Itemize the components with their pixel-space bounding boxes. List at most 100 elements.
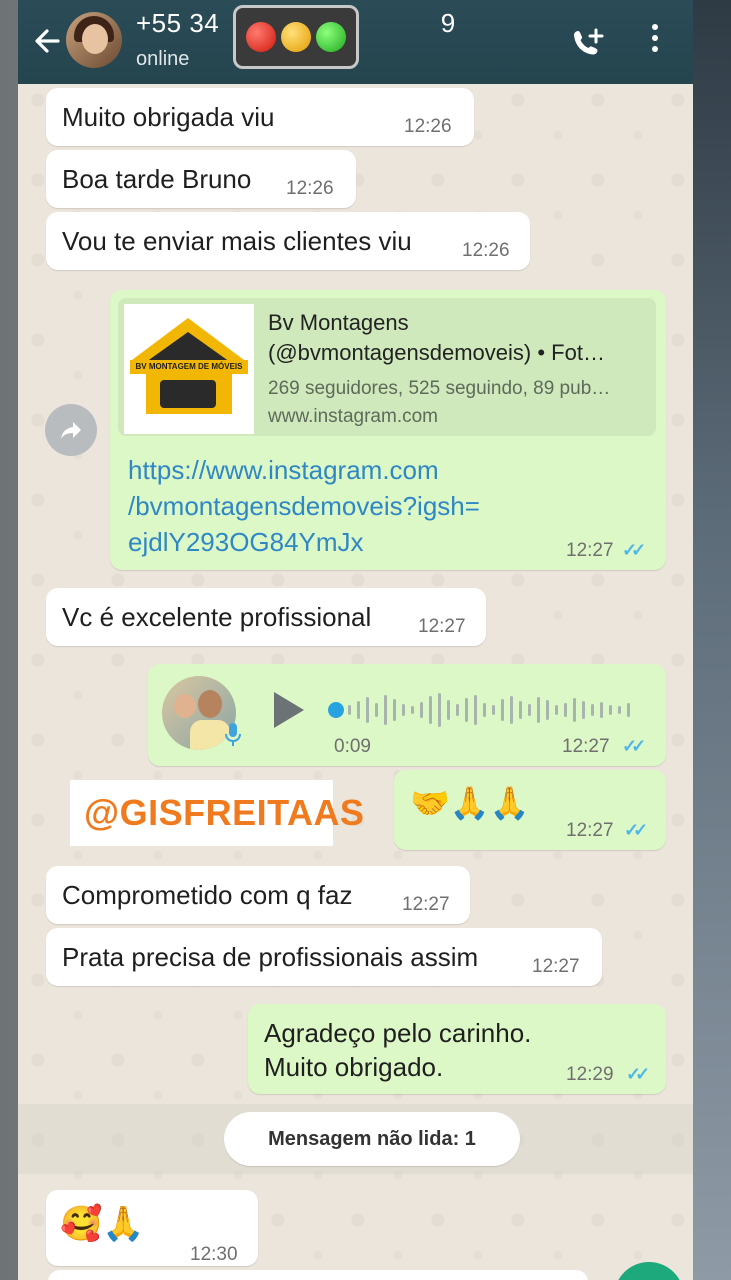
audio-waveform[interactable] [348,688,648,732]
link-title: Bv Montagens (@bvmontagensdemoveis) • Fo… [268,310,605,366]
message-outgoing-emoji[interactable]: 🤝🙏🙏 12:27 ✓✓ [394,770,666,850]
red-light-icon [246,22,276,52]
yellow-light-icon [281,22,311,52]
waveform-bar [348,705,351,715]
contact-status: online [136,48,190,70]
message-time: 12:27 [532,956,580,977]
message-line: Muito obrigado. [264,1052,444,1082]
waveform-bar [447,700,450,720]
waveform-bar [609,705,612,715]
message-incoming[interactable]: Vc é excelente profissional 12:27 [46,588,486,646]
message-time: 12:30 [190,1244,238,1265]
waveform-bar [564,703,567,717]
message-time: 12:27 [418,616,466,637]
waveform-bar [393,699,396,721]
waveform-bar [402,704,405,716]
waveform-bar [528,704,531,716]
message-time: 12:29 [566,1064,614,1085]
message-text: Prata precisa de profissionais assim [62,942,479,972]
link-url-line: ejdlY293OG84YmJx [128,527,364,557]
read-ticks-icon: ✓✓ [626,1064,650,1084]
message-emoji: 🥰🙏 [60,1205,145,1243]
mic-send-button[interactable] [614,1262,684,1280]
waveform-bar [366,697,369,723]
contact-number-end: 9 [440,8,456,38]
waveform-bar [465,698,468,722]
message-text: Agradeço pelo carinho. Muito obrigado. [264,1016,531,1084]
waveform-bar [582,701,585,719]
read-ticks-icon: ✓✓ [622,736,646,756]
message-incoming[interactable]: Muito obrigada viu 12:26 [46,88,474,146]
waveform-bar [546,700,549,720]
message-time: 12:26 [286,178,334,199]
playback-position-icon[interactable] [328,702,344,718]
green-light-icon [316,22,346,52]
waveform-bar [456,704,459,716]
waveform-bar [429,696,432,724]
traffic-light-overlay [233,5,359,69]
waveform-bar [375,703,378,717]
forward-icon[interactable] [45,404,97,456]
message-incoming[interactable]: Vou te enviar mais clientes viu 12:26 [46,212,530,270]
unread-divider: Mensagem não lida: 1 [224,1112,520,1166]
link-domain: www.instagram.com [268,406,438,427]
message-time: 12:26 [404,116,452,137]
message-text: Vc é excelente profissional [62,602,372,632]
waveform-bar [357,701,360,719]
waveform-bar [600,702,603,718]
back-arrow-icon[interactable] [30,24,64,58]
waveform-bar [555,705,558,715]
contact-avatar[interactable] [66,12,122,68]
voice-duration: 0:09 [334,736,371,757]
waveform-bar [618,706,621,714]
chat-screen: +55 34 9 online Muito obrigada viu 12:26… [18,0,693,1280]
message-time: 12:27 [566,540,614,561]
message-incoming[interactable]: Boa tarde Bruno 12:26 [46,150,356,208]
message-text: Boa tarde Bruno [62,164,252,194]
link-url[interactable]: https://www.instagram.com /bvmontagensde… [128,452,480,560]
read-ticks-icon: ✓✓ [622,540,646,560]
message-emoji: 🤝🙏🙏 [410,785,530,821]
waveform-bar [501,699,504,721]
link-description: 269 seguidores, 525 seguindo, 89 pub… [268,378,611,399]
waveform-bar [474,695,477,725]
waveform-bar [537,697,540,723]
message-text: Comprometido com q faz [62,880,353,910]
link-url-line: https://www.instagram.com [128,455,439,485]
message-time: 12:27 [562,736,610,757]
message-input-field[interactable] [48,1270,588,1280]
message-outgoing-link[interactable]: BV MONTAGEM DE MÓVEIS Bv Montagens (@bvm… [110,290,666,570]
waveform-bar [591,704,594,716]
waveform-bar [483,703,486,717]
logo-text: BV MONTAGEM DE MÓVEIS [130,360,248,374]
waveform-bar [438,693,441,727]
watermark: @GISFREITAAS [70,780,364,846]
chat-header: +55 34 9 online [18,0,693,84]
waveform-bar [627,703,630,717]
waveform-bar [384,695,387,725]
message-line: Agradeço pelo carinho. [264,1018,532,1048]
microphone-icon [224,722,242,748]
add-call-icon[interactable] [570,26,606,62]
bv-montagens-logo: BV MONTAGEM DE MÓVEIS [124,304,254,434]
message-incoming[interactable]: Prata precisa de profissionais assim 12:… [46,928,602,986]
message-time: 12:27 [402,894,450,915]
message-outgoing[interactable]: Agradeço pelo carinho. Muito obrigado. 1… [248,1004,666,1094]
message-time: 12:27 [566,820,614,841]
message-text: Muito obrigada viu [62,102,275,132]
link-title-line: Bv Montagens [268,310,409,335]
waveform-bar [519,701,522,719]
message-incoming[interactable]: Comprometido com q faz 12:27 [46,866,470,924]
link-preview-card[interactable]: BV MONTAGEM DE MÓVEIS Bv Montagens (@bvm… [118,298,656,436]
more-vert-icon[interactable] [650,24,660,60]
play-icon[interactable] [274,692,304,728]
message-time: 12:26 [462,240,510,261]
waveform-bar [510,696,513,724]
contact-number-start: +55 34 [136,8,220,38]
link-title-line: (@bvmontagensdemoveis) • Fot… [268,340,605,365]
read-ticks-icon: ✓✓ [624,820,648,840]
message-outgoing-voice[interactable]: 0:09 12:27 ✓✓ [148,664,666,766]
waveform-bar [420,702,423,718]
background-edge [693,0,731,1280]
message-incoming-emoji[interactable]: 🥰🙏 12:30 [46,1190,258,1266]
